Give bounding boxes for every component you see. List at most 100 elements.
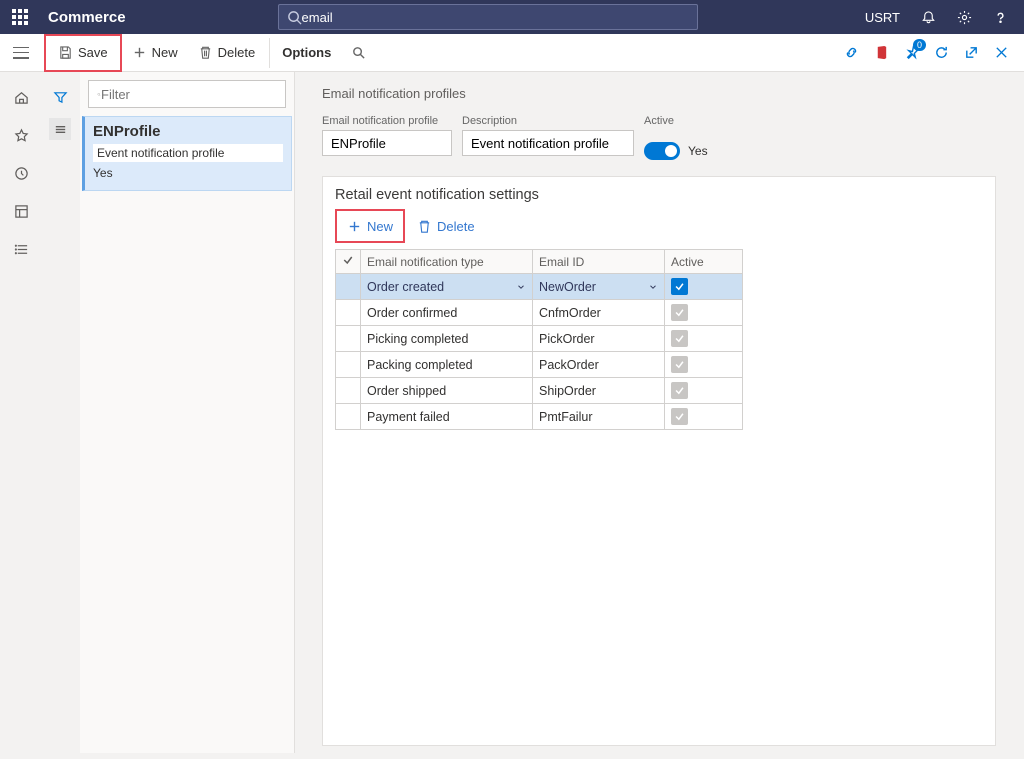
link-icon <box>844 45 859 60</box>
col-id[interactable]: Email ID <box>533 250 665 274</box>
table-row[interactable]: Order shippedShipOrder <box>336 378 743 404</box>
cell-active[interactable] <box>665 326 743 352</box>
notification-settings-section: Retail event notification settings New D… <box>322 176 996 746</box>
profile-input[interactable] <box>322 130 452 156</box>
action-bar: Save New Delete Options 0 <box>0 34 1024 72</box>
checkbox[interactable] <box>671 408 688 425</box>
cell-type[interactable]: Packing completed <box>361 352 533 378</box>
table-row[interactable]: Packing completedPackOrder <box>336 352 743 378</box>
col-select[interactable] <box>336 250 361 274</box>
table-row[interactable]: Order createdNewOrder <box>336 274 743 300</box>
notifications-button[interactable] <box>912 1 944 33</box>
popout-button[interactable] <box>960 42 982 64</box>
cell-type[interactable]: Picking completed <box>361 326 533 352</box>
list-view-toggle[interactable] <box>49 118 71 140</box>
cell-type[interactable]: Order confirmed <box>361 300 533 326</box>
delete-label: Delete <box>218 45 256 60</box>
app-launcher[interactable] <box>0 0 40 34</box>
help-button[interactable] <box>984 1 1016 33</box>
checkbox[interactable] <box>671 330 688 347</box>
rail-modules[interactable] <box>10 238 32 260</box>
top-nav: Commerce USRT <box>0 0 1024 34</box>
section-new-button[interactable]: New <box>339 213 401 239</box>
cell-id[interactable]: CnfmOrder <box>533 300 665 326</box>
list-item-active: Yes <box>93 166 283 180</box>
nav-rail <box>0 72 42 260</box>
cell-active[interactable] <box>665 300 743 326</box>
row-selector[interactable] <box>336 352 361 378</box>
section-delete-button[interactable]: Delete <box>409 213 483 239</box>
cell-id[interactable]: ShipOrder <box>533 378 665 404</box>
list-item-title: ENProfile <box>93 123 283 140</box>
help-icon <box>993 10 1008 25</box>
filter-toggle[interactable] <box>49 86 71 108</box>
attachments-button[interactable]: 0 <box>900 42 922 64</box>
link-button[interactable] <box>840 42 862 64</box>
cell-active[interactable] <box>665 352 743 378</box>
rail-recent[interactable] <box>10 162 32 184</box>
options-button[interactable]: Options <box>269 38 341 68</box>
checkbox[interactable] <box>671 356 688 373</box>
settings-button[interactable] <box>948 1 980 33</box>
save-label: Save <box>78 45 108 60</box>
active-toggle[interactable] <box>644 142 680 160</box>
find-button[interactable] <box>341 38 376 68</box>
plus-icon <box>347 219 362 234</box>
search-input[interactable] <box>302 10 689 25</box>
grid-icon <box>14 204 29 219</box>
trash-icon <box>198 45 213 60</box>
cell-type[interactable]: Order created <box>361 274 533 300</box>
table-row[interactable]: Order confirmedCnfmOrder <box>336 300 743 326</box>
row-selector[interactable] <box>336 404 361 430</box>
gear-icon <box>957 10 972 25</box>
global-search[interactable] <box>278 4 698 30</box>
filter-input[interactable] <box>101 87 277 102</box>
star-icon <box>14 128 29 143</box>
cell-id[interactable]: PickOrder <box>533 326 665 352</box>
section-new-label: New <box>367 219 393 234</box>
list-panel: ENProfile Event notification profile Yes <box>80 72 295 753</box>
cell-id[interactable]: PmtFailur <box>533 404 665 430</box>
list-filter[interactable] <box>88 80 286 108</box>
desc-label: Description <box>462 115 634 127</box>
rail-home[interactable] <box>10 86 32 108</box>
page-header: Email notification profiles <box>322 86 1018 101</box>
filter-strip <box>42 72 78 140</box>
cell-active[interactable] <box>665 274 743 300</box>
desc-input[interactable] <box>462 130 634 156</box>
refresh-button[interactable] <box>930 42 952 64</box>
col-active[interactable]: Active <box>665 250 743 274</box>
main-content: Email notification profiles Email notifi… <box>300 72 1018 753</box>
cell-id[interactable]: NewOrder <box>533 274 665 300</box>
office-button[interactable] <box>870 42 892 64</box>
checkbox[interactable] <box>671 304 688 321</box>
rail-workspace[interactable] <box>10 200 32 222</box>
table-row[interactable]: Payment failedPmtFailur <box>336 404 743 430</box>
cell-type[interactable]: Payment failed <box>361 404 533 430</box>
close-button[interactable] <box>990 42 1012 64</box>
badge: 0 <box>913 39 926 51</box>
col-type[interactable]: Email notification type <box>361 250 533 274</box>
refresh-icon <box>934 45 949 60</box>
waffle-icon <box>12 9 28 25</box>
row-selector[interactable] <box>336 274 361 300</box>
close-icon <box>994 45 1009 60</box>
checkbox[interactable] <box>671 278 688 295</box>
cell-active[interactable] <box>665 404 743 430</box>
cell-type[interactable]: Order shipped <box>361 378 533 404</box>
list-item[interactable]: ENProfile Event notification profile Yes <box>82 116 292 191</box>
checkbox[interactable] <box>671 382 688 399</box>
new-button[interactable]: New <box>122 38 188 68</box>
rail-favorite[interactable] <box>10 124 32 146</box>
table-row[interactable]: Picking completedPickOrder <box>336 326 743 352</box>
app-title: Commerce <box>40 9 126 26</box>
nav-toggle[interactable] <box>13 47 29 59</box>
cell-active[interactable] <box>665 378 743 404</box>
cell-id[interactable]: PackOrder <box>533 352 665 378</box>
row-selector[interactable] <box>336 378 361 404</box>
row-selector[interactable] <box>336 300 361 326</box>
row-selector[interactable] <box>336 326 361 352</box>
save-button[interactable]: Save <box>48 38 118 68</box>
delete-button[interactable]: Delete <box>188 38 266 68</box>
options-label: Options <box>282 45 331 60</box>
